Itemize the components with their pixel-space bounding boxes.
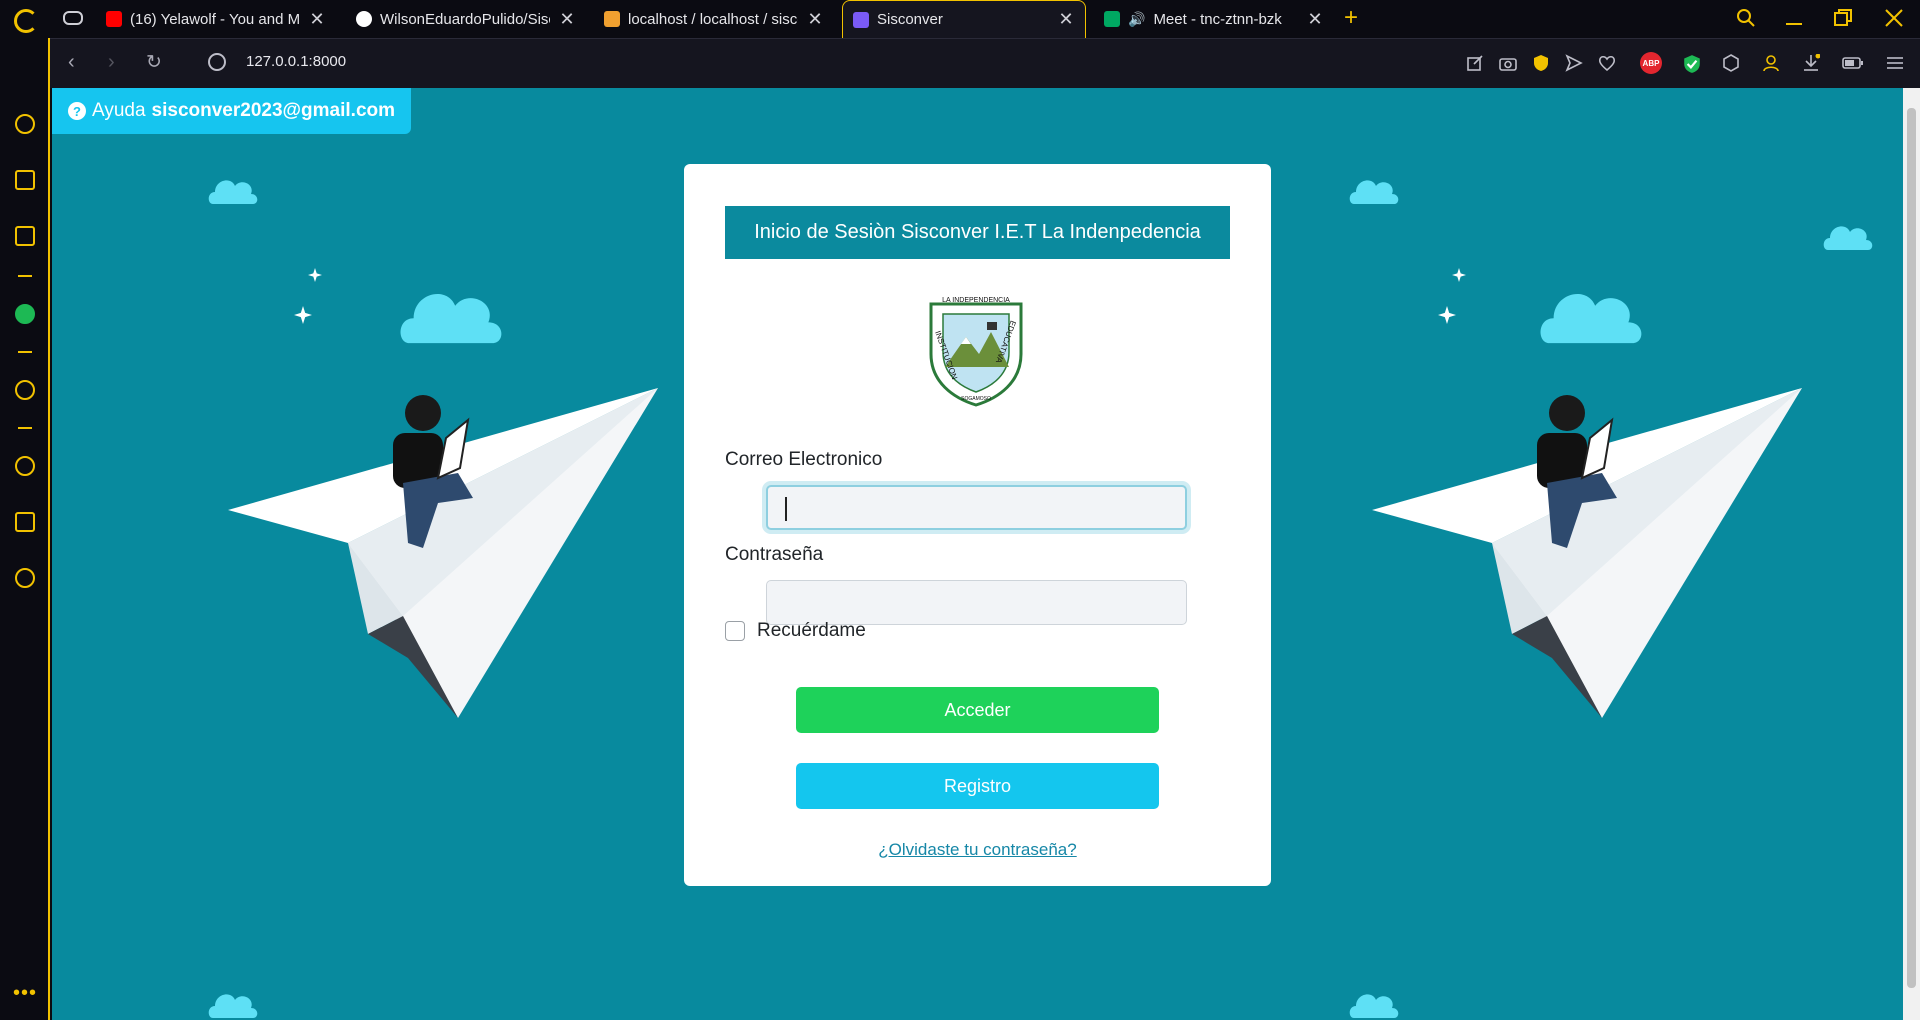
password-label: Contraseña (725, 544, 824, 565)
settings-gear-icon[interactable] (15, 568, 35, 588)
browser-tab-bar: (16) Yelawolf - You and Me ✕ WilsonEduar… (0, 0, 1920, 38)
close-tab-icon[interactable]: ✕ (806, 9, 824, 30)
login-card: Inicio de Sesiòn Sisconver I.E.T La Inde… (684, 164, 1271, 886)
heart-icon[interactable] (1598, 54, 1616, 72)
login-button[interactable]: Acceder (796, 687, 1159, 733)
download-icon[interactable] (1802, 54, 1820, 72)
browser-sidebar: ••• (0, 38, 50, 1020)
cloud-decoration (1823, 226, 1873, 250)
cloud-decoration (208, 994, 258, 1018)
email-field[interactable] (766, 485, 1187, 530)
close-window-icon[interactable] (1884, 8, 1904, 28)
send-icon[interactable] (1565, 54, 1583, 72)
more-icon[interactable]: ••• (13, 982, 37, 1005)
password-field[interactable] (766, 580, 1187, 625)
star-decoration (1452, 268, 1466, 282)
minimize-icon[interactable] (1784, 8, 1804, 28)
share-icon[interactable] (1466, 54, 1484, 72)
vpn-icon[interactable] (1682, 54, 1702, 74)
cloud-decoration (1349, 994, 1399, 1018)
sidebar-separator (18, 351, 32, 353)
address-bar: ‹ › ↻ 127.0.0.1:8000 ABP (50, 38, 1920, 88)
battery-icon[interactable] (1842, 54, 1864, 72)
cloud-decoration (1349, 180, 1399, 204)
help-label: Ayuda (92, 100, 146, 121)
player-icon[interactable] (15, 380, 35, 400)
tab-youtube[interactable]: (16) Yelawolf - You and Me ✕ (96, 0, 336, 38)
speaker-icon[interactable]: 🔊 (1128, 11, 1145, 28)
school-crest-logo: LA INDEPENDENCIA INSTITUCION EDUCATIVA S… (929, 297, 1023, 407)
question-icon: ? (68, 102, 86, 120)
meet-icon (1104, 11, 1120, 27)
remember-me-checkbox[interactable] (725, 621, 745, 641)
site-info-icon[interactable] (208, 53, 226, 71)
restore-icon[interactable] (1833, 8, 1853, 28)
tab-sisconver[interactable]: Sisconver ✕ (842, 0, 1086, 38)
reload-icon[interactable]: ↻ (146, 51, 162, 74)
profile-icon[interactable] (1762, 54, 1780, 72)
sidebar-separator (18, 427, 32, 429)
email-label: Correo Electronico (725, 449, 883, 470)
shield-icon[interactable] (1532, 54, 1550, 72)
youtube-icon (106, 11, 122, 27)
help-email: sisconver2023@gmail.com (151, 100, 396, 121)
tab-github[interactable]: WilsonEduardoPulido/Sisco ✕ (346, 0, 586, 38)
twitch-icon[interactable] (15, 226, 35, 246)
close-tab-icon[interactable]: ✕ (558, 9, 576, 30)
phpmyadmin-icon (604, 11, 620, 27)
crest-top-text: LA INDEPENDENCIA (942, 297, 1010, 304)
scrollbar-thumb[interactable] (1907, 108, 1916, 988)
settings-icon[interactable] (1886, 54, 1904, 72)
cloud-decoration (1540, 293, 1642, 344)
adblock-icon[interactable]: ABP (1640, 52, 1662, 74)
tab-title: (16) Yelawolf - You and Me (130, 10, 300, 28)
tab-title: Meet - tnc-ztnn-bzk (1153, 10, 1282, 28)
remember-me-row: Recuérdame (725, 620, 866, 642)
new-tab-button[interactable]: + (1344, 4, 1358, 32)
whatsapp-icon[interactable] (15, 304, 35, 324)
close-tab-icon[interactable]: ✕ (308, 9, 326, 30)
history-icon[interactable] (15, 456, 35, 476)
crest-bottom-text: SOGAMOSO (961, 396, 991, 402)
star-decoration (1438, 306, 1456, 324)
search-icon[interactable] (1736, 8, 1756, 28)
site-icon (853, 11, 869, 28)
tab-meet[interactable]: 🔊 Meet - tnc-ztnn-bzk ✕ (1094, 0, 1334, 38)
page-scrollbar[interactable] (1903, 88, 1920, 1020)
github-icon (356, 11, 372, 27)
cube-icon[interactable] (1722, 54, 1740, 72)
extensions-icon[interactable] (15, 512, 35, 532)
tab-title: Sisconver (877, 11, 943, 28)
tab-phpmyadmin[interactable]: localhost / localhost / sisco ✕ (594, 0, 834, 38)
tab-title: WilsonEduardoPulido/Sisco (380, 10, 550, 28)
cloud-decoration (400, 293, 502, 344)
speed-dial-icon[interactable] (15, 114, 35, 134)
camera-icon[interactable] (1499, 54, 1517, 72)
register-button[interactable]: Registro (796, 763, 1159, 809)
cloud-decoration (208, 180, 258, 204)
url-field[interactable]: 127.0.0.1:8000 (246, 53, 346, 70)
workspaces-icon[interactable] (15, 170, 35, 190)
paper-plane-illustration-right (1372, 388, 1802, 718)
star-decoration (308, 268, 322, 282)
close-tab-icon[interactable]: ✕ (1057, 9, 1075, 30)
text-caret (785, 497, 787, 521)
browser-logo-icon[interactable] (14, 9, 38, 33)
page-viewport: ? Ayuda sisconver2023@gmail.com Inicio d… (52, 88, 1903, 1020)
help-button[interactable]: ? Ayuda sisconver2023@gmail.com (52, 88, 412, 134)
login-title: Inicio de Sesiòn Sisconver I.E.T La Inde… (725, 206, 1230, 259)
back-icon[interactable]: ‹ (68, 51, 75, 74)
star-decoration (294, 306, 312, 324)
gamepad-icon[interactable] (63, 11, 83, 25)
tab-title: localhost / localhost / sisco (628, 10, 798, 28)
close-tab-icon[interactable]: ✕ (1306, 9, 1324, 30)
sidebar-separator (18, 275, 32, 277)
forward-icon[interactable]: › (108, 51, 115, 74)
forgot-password-link[interactable]: ¿Olvidaste tu contraseña? (684, 840, 1271, 860)
remember-me-label[interactable]: Recuérdame (757, 620, 866, 642)
paper-plane-illustration-left (228, 388, 658, 718)
